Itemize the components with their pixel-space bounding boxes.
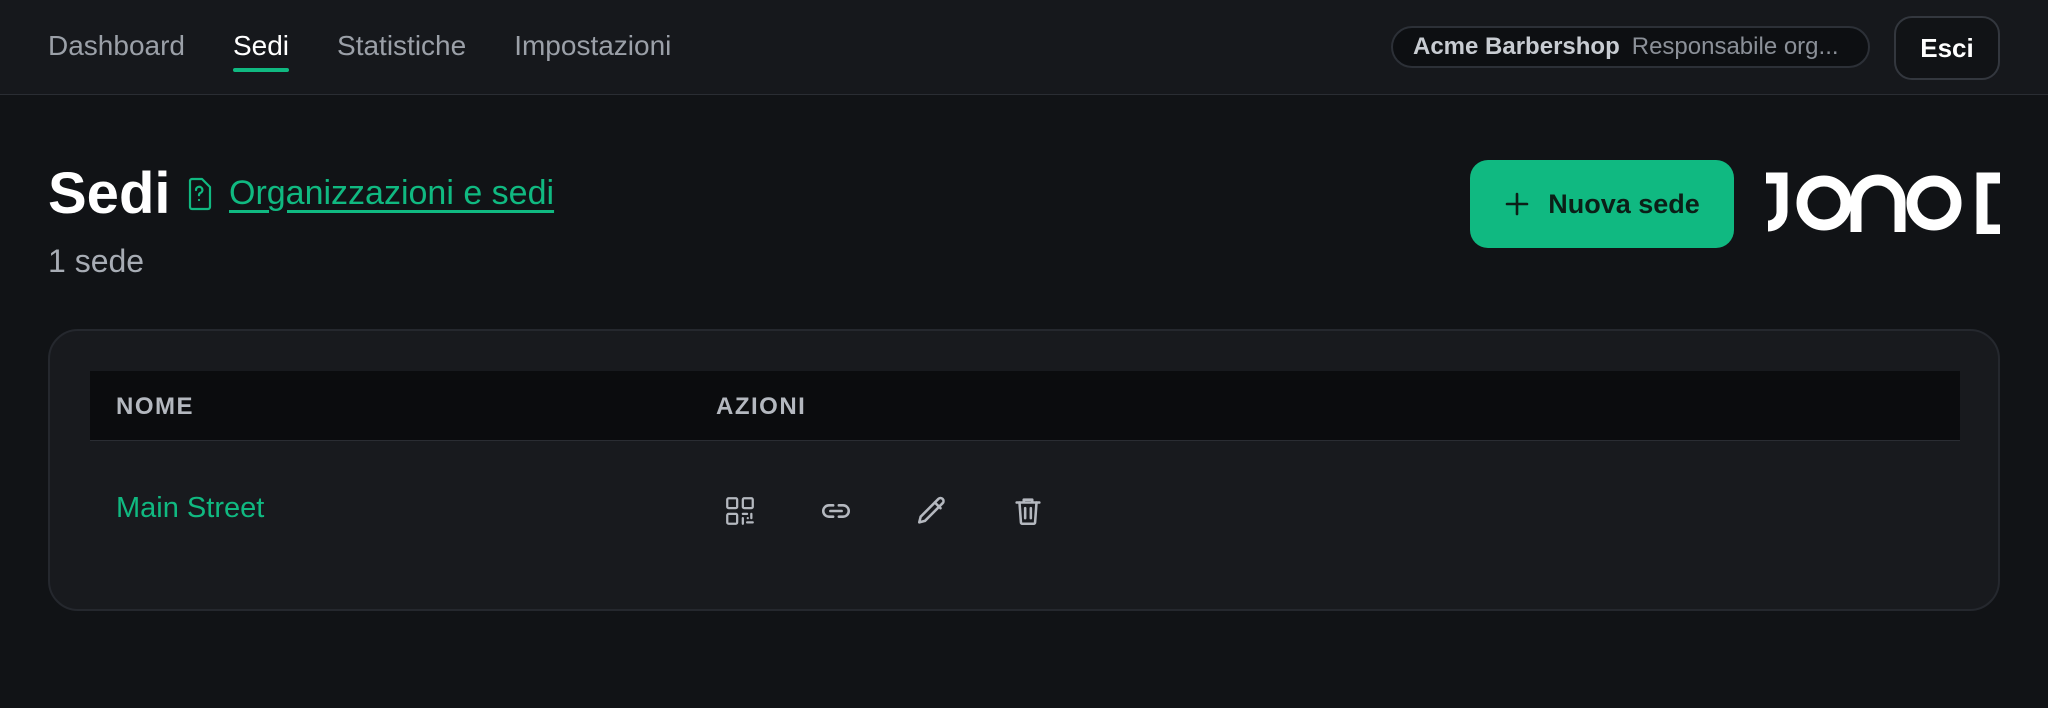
main-nav: Dashboard Sedi Statistiche Impostazioni [48,0,671,95]
top-navigation-bar: Dashboard Sedi Statistiche Impostazioni … [0,0,2048,95]
organization-switcher[interactable]: Acme Barbershop Responsabile org... [1391,26,1870,68]
page-title: Sedi [48,161,171,226]
nav-item-statistiche[interactable]: Statistiche [337,30,466,62]
copy-link-button[interactable] [808,483,864,539]
help-link-organizzazioni[interactable]: Organizzazioni e sedi [229,174,554,213]
edit-icon [917,496,945,524]
new-location-button[interactable]: Nuova sede [1470,160,1734,248]
nav-item-dashboard[interactable]: Dashboard [48,30,185,62]
organization-name: Acme Barbershop [1413,33,1620,60]
plus-icon [1505,192,1529,216]
column-header-nome: NOME [116,393,194,420]
locations-table-card: NOME AZIONI Main Street [48,329,2000,611]
link-icon [822,504,850,518]
locations-count: 1 sede [48,243,145,279]
delete-button[interactable] [1000,483,1056,539]
nav-item-sedi[interactable]: Sedi [232,30,290,72]
edit-button[interactable] [904,483,960,539]
location-name-link[interactable]: Main Street [116,492,264,525]
nav-item-impostazioni[interactable]: Impostazioni [514,30,671,62]
column-header-azioni: AZIONI [716,393,807,420]
logout-button[interactable]: Esci [1894,16,2000,80]
qr-code-button[interactable] [712,483,768,539]
brand-logo [1766,172,2000,234]
qr-code-icon [726,497,754,525]
table-header: NOME AZIONI [90,371,1960,441]
delete-icon [1015,498,1041,526]
new-location-label: Nuova sede [1548,188,1700,219]
help-document-icon [188,177,212,211]
user-role: Responsabile org... [1631,33,1839,60]
